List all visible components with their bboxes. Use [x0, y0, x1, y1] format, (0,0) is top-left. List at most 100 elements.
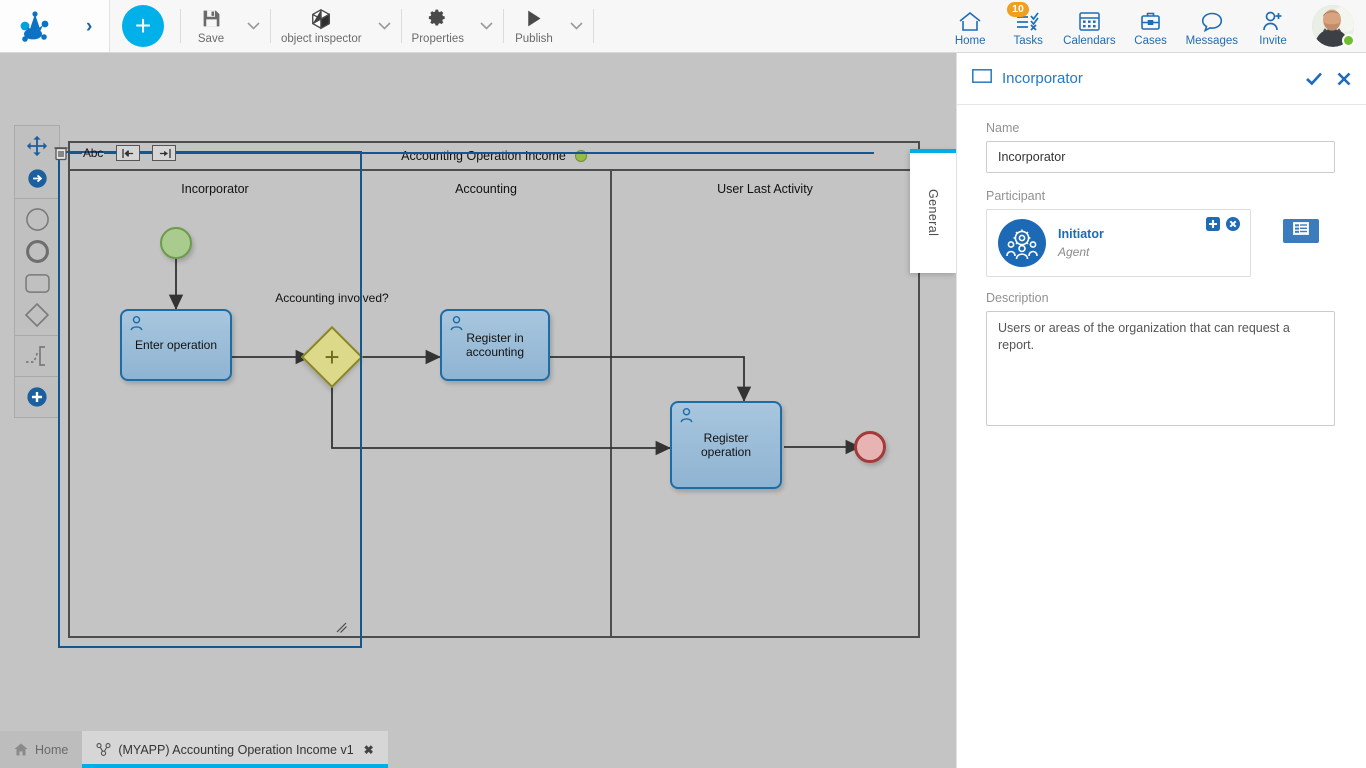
publish-label: Publish: [515, 33, 553, 46]
lane-title: Accounting: [362, 182, 610, 196]
chevron-right-icon[interactable]: ›: [86, 17, 92, 36]
tab-home[interactable]: Home: [0, 731, 82, 768]
tab-home-label: Home: [35, 743, 68, 757]
nav-messages-label: Messages: [1186, 35, 1238, 47]
tab-general-label: General: [926, 189, 940, 236]
arrow-right-circle-icon[interactable]: [18, 162, 56, 194]
nav-calendars-label: Calendars: [1063, 35, 1115, 47]
lane-accounting[interactable]: Accounting: [362, 171, 612, 638]
move-cross-icon[interactable]: [18, 130, 56, 162]
circle-thick-icon[interactable]: [18, 235, 56, 267]
floppy-disk-icon: [201, 7, 222, 31]
global-nav: Home 10 Tasks: [941, 0, 1366, 52]
start-event[interactable]: [160, 227, 192, 259]
lane-resize-handle[interactable]: [336, 621, 348, 633]
bottom-tab-bar: Home (MYAPP) Accounting Operation Income…: [0, 731, 956, 768]
publish-button[interactable]: Publish: [506, 3, 562, 50]
process-pool[interactable]: Accounting Operation Income Incorporator…: [68, 141, 920, 638]
task-register-in-accounting[interactable]: Register in accounting: [440, 309, 550, 381]
nav-messages[interactable]: Messages: [1180, 4, 1244, 49]
arrow-right-boxed-icon[interactable]: [152, 145, 176, 161]
divider: [401, 9, 402, 43]
check-icon[interactable]: [1306, 72, 1322, 86]
divider: [503, 9, 504, 43]
calendar-icon: [1078, 6, 1101, 32]
lane-incorporator[interactable]: Incorporator: [70, 171, 362, 638]
home-icon: [958, 6, 982, 32]
properties-button[interactable]: Properties: [404, 3, 472, 50]
remove-circle-icon[interactable]: [1226, 217, 1240, 231]
lane-rectangle-icon: [972, 69, 992, 88]
tab-process-label: (MYAPP) Accounting Operation Income v1: [118, 743, 353, 757]
panel-body: Name Participant: [957, 105, 1366, 431]
panel-header: Incorporator: [957, 53, 1366, 105]
panel-title: Incorporator: [1002, 70, 1083, 87]
nav-calendars[interactable]: Calendars: [1057, 4, 1121, 49]
lane-title: User Last Activity: [612, 182, 918, 196]
artifact-bracket-icon[interactable]: [18, 340, 56, 372]
add-button[interactable]: +: [122, 5, 164, 47]
list-view-icon: [1293, 222, 1309, 240]
name-label: Name: [986, 121, 1337, 135]
participant-icons: [1206, 217, 1240, 231]
participant-text: Initiator Agent: [1058, 225, 1104, 261]
nav-home-label: Home: [955, 35, 986, 47]
user-task-icon: [128, 315, 145, 335]
close-x-icon[interactable]: [1337, 72, 1351, 86]
properties-panel: Incorporator Name Participant: [956, 53, 1366, 768]
diagram-canvas[interactable]: Abc Accounting Operation Income Incorpor…: [0, 53, 956, 731]
top-toolbar: › + Save: [0, 0, 1366, 53]
participant-card[interactable]: Initiator Agent: [986, 209, 1251, 277]
inclusive-plus-icon: +: [310, 335, 354, 379]
object-inspector-button[interactable]: object inspector: [273, 3, 370, 50]
lane-container: Incorporator Accounting User Last Activi…: [70, 171, 918, 638]
nav-invite-label: Invite: [1259, 35, 1287, 47]
trash-icon[interactable]: [52, 144, 70, 162]
nav-tasks[interactable]: 10 Tasks: [999, 4, 1057, 49]
connector-line: [176, 152, 874, 154]
task-enter-operation[interactable]: Enter operation: [120, 309, 232, 381]
nav-home[interactable]: Home: [941, 4, 999, 49]
process-diagram-icon: [96, 743, 111, 756]
group-gear-icon: [998, 219, 1046, 267]
nav-invite[interactable]: Invite: [1244, 4, 1302, 49]
bizagi-paw-logo-icon[interactable]: [17, 9, 53, 43]
save-button[interactable]: Save: [183, 3, 239, 50]
tab-process-document[interactable]: (MYAPP) Accounting Operation Income v1 ✖: [82, 731, 387, 768]
participant-row: Initiator Agent: [986, 209, 1337, 277]
tab-general[interactable]: General: [910, 149, 956, 273]
task-register-operation[interactable]: Register operation: [670, 401, 782, 489]
avatar[interactable]: [1312, 5, 1354, 47]
object-inspector-label: object inspector: [281, 33, 362, 46]
toolbar-actions: + Save: [110, 0, 596, 52]
panel-actions: [1306, 72, 1351, 86]
circle-thin-icon[interactable]: [18, 203, 56, 235]
palette-group-artifacts: [15, 336, 59, 377]
text-tool-label[interactable]: Abc: [82, 146, 104, 160]
name-input[interactable]: [986, 141, 1335, 173]
end-event[interactable]: [854, 431, 886, 463]
description-textarea[interactable]: [986, 311, 1335, 426]
rounded-rect-icon[interactable]: [18, 267, 56, 299]
save-dropdown-caret[interactable]: [239, 22, 268, 30]
diamond-icon[interactable]: [18, 299, 56, 331]
plus-circle-icon[interactable]: [18, 381, 56, 413]
object-inspector-dropdown-caret[interactable]: [370, 22, 399, 30]
nav-cases-label: Cases: [1134, 35, 1167, 47]
arrow-left-boxed-icon[interactable]: [116, 145, 140, 161]
properties-dropdown-caret[interactable]: [472, 22, 501, 30]
divider: [593, 9, 594, 43]
participant-list-button[interactable]: [1283, 219, 1319, 243]
gateway-accounting-involved[interactable]: +: [310, 335, 354, 379]
selection-context-toolbar: Abc: [52, 143, 874, 163]
publish-dropdown-caret[interactable]: [562, 22, 591, 30]
tab-close-icon[interactable]: ✖: [364, 743, 374, 757]
briefcase-icon: [1139, 6, 1162, 32]
task-label: Register operation: [678, 431, 774, 460]
logo-zone: ›: [0, 0, 110, 52]
add-square-icon[interactable]: [1206, 217, 1220, 231]
application-window: › + Save: [0, 0, 1366, 768]
nav-cases[interactable]: Cases: [1122, 4, 1180, 49]
palette-group-add: [15, 377, 59, 417]
play-triangle-icon: [523, 7, 544, 31]
